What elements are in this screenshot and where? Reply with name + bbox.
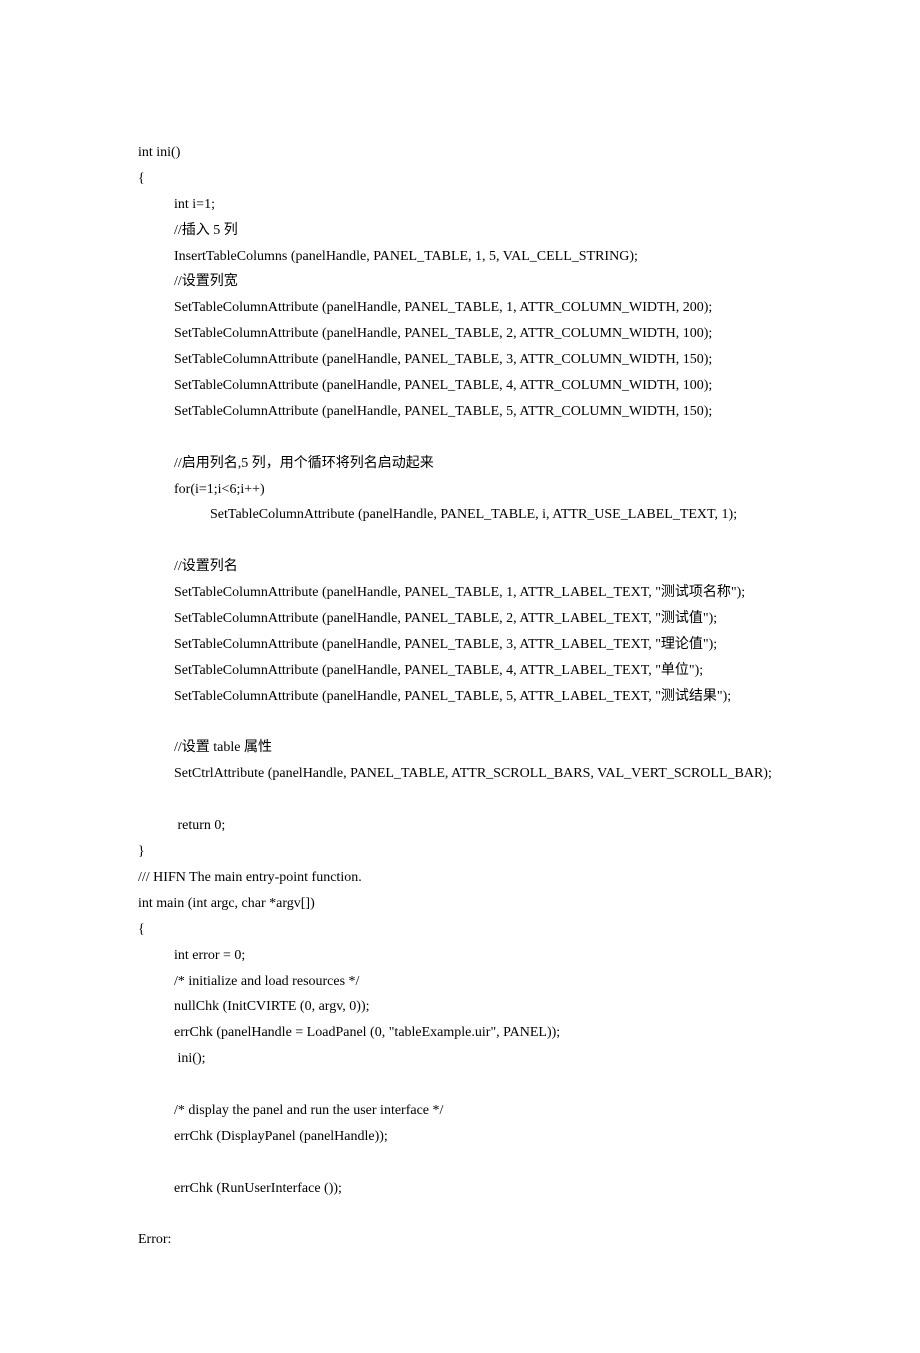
blank-line	[138, 1150, 782, 1176]
code-line: //插入 5 列	[138, 218, 782, 244]
blank-line	[138, 528, 782, 554]
code-line: for(i=1;i<6;i++)	[138, 477, 782, 503]
code-line: /* display the panel and run the user in…	[138, 1098, 782, 1124]
code-line: //设置列名	[138, 554, 782, 580]
code-document: int ini() { int i=1; //插入 5 列 InsertTabl…	[0, 0, 920, 1353]
code-line: //启用列名,5 列，用个循环将列名启动起来	[138, 451, 782, 477]
code-line: int error = 0;	[138, 943, 782, 969]
code-line: nullChk (InitCVIRTE (0, argv, 0));	[138, 994, 782, 1020]
code-line: //设置 table 属性	[138, 735, 782, 761]
code-line: SetTableColumnAttribute (panelHandle, PA…	[138, 373, 782, 399]
code-line: /* initialize and load resources */	[138, 969, 782, 995]
code-line: SetTableColumnAttribute (panelHandle, PA…	[138, 347, 782, 373]
code-line: errChk (RunUserInterface ());	[138, 1176, 782, 1202]
code-line: /// HIFN The main entry-point function.	[138, 865, 782, 891]
code-line: SetTableColumnAttribute (panelHandle, PA…	[138, 684, 782, 710]
blank-line	[138, 710, 782, 736]
code-line: SetCtrlAttribute (panelHandle, PANEL_TAB…	[138, 761, 782, 787]
code-line: int main (int argc, char *argv[])	[138, 891, 782, 917]
code-line: SetTableColumnAttribute (panelHandle, PA…	[138, 502, 782, 528]
code-line: }	[138, 839, 782, 865]
code-line: SetTableColumnAttribute (panelHandle, PA…	[138, 295, 782, 321]
blank-line	[138, 1072, 782, 1098]
code-line: errChk (panelHandle = LoadPanel (0, "tab…	[138, 1020, 782, 1046]
code-line: SetTableColumnAttribute (panelHandle, PA…	[138, 606, 782, 632]
code-line: int i=1;	[138, 192, 782, 218]
code-line: //设置列宽	[138, 269, 782, 295]
code-line: ini();	[138, 1046, 782, 1072]
code-line: int ini()	[138, 140, 782, 166]
blank-line	[138, 1202, 782, 1228]
blank-line	[138, 787, 782, 813]
code-line: {	[138, 917, 782, 943]
code-line: InsertTableColumns (panelHandle, PANEL_T…	[138, 244, 782, 270]
code-line: SetTableColumnAttribute (panelHandle, PA…	[138, 658, 782, 684]
code-line: return 0;	[138, 813, 782, 839]
code-line: errChk (DisplayPanel (panelHandle));	[138, 1124, 782, 1150]
code-line: SetTableColumnAttribute (panelHandle, PA…	[138, 399, 782, 425]
code-line: SetTableColumnAttribute (panelHandle, PA…	[138, 321, 782, 347]
blank-line	[138, 425, 782, 451]
code-line: {	[138, 166, 782, 192]
code-line: Error:	[138, 1227, 782, 1253]
code-line: SetTableColumnAttribute (panelHandle, PA…	[138, 580, 782, 606]
code-line: SetTableColumnAttribute (panelHandle, PA…	[138, 632, 782, 658]
